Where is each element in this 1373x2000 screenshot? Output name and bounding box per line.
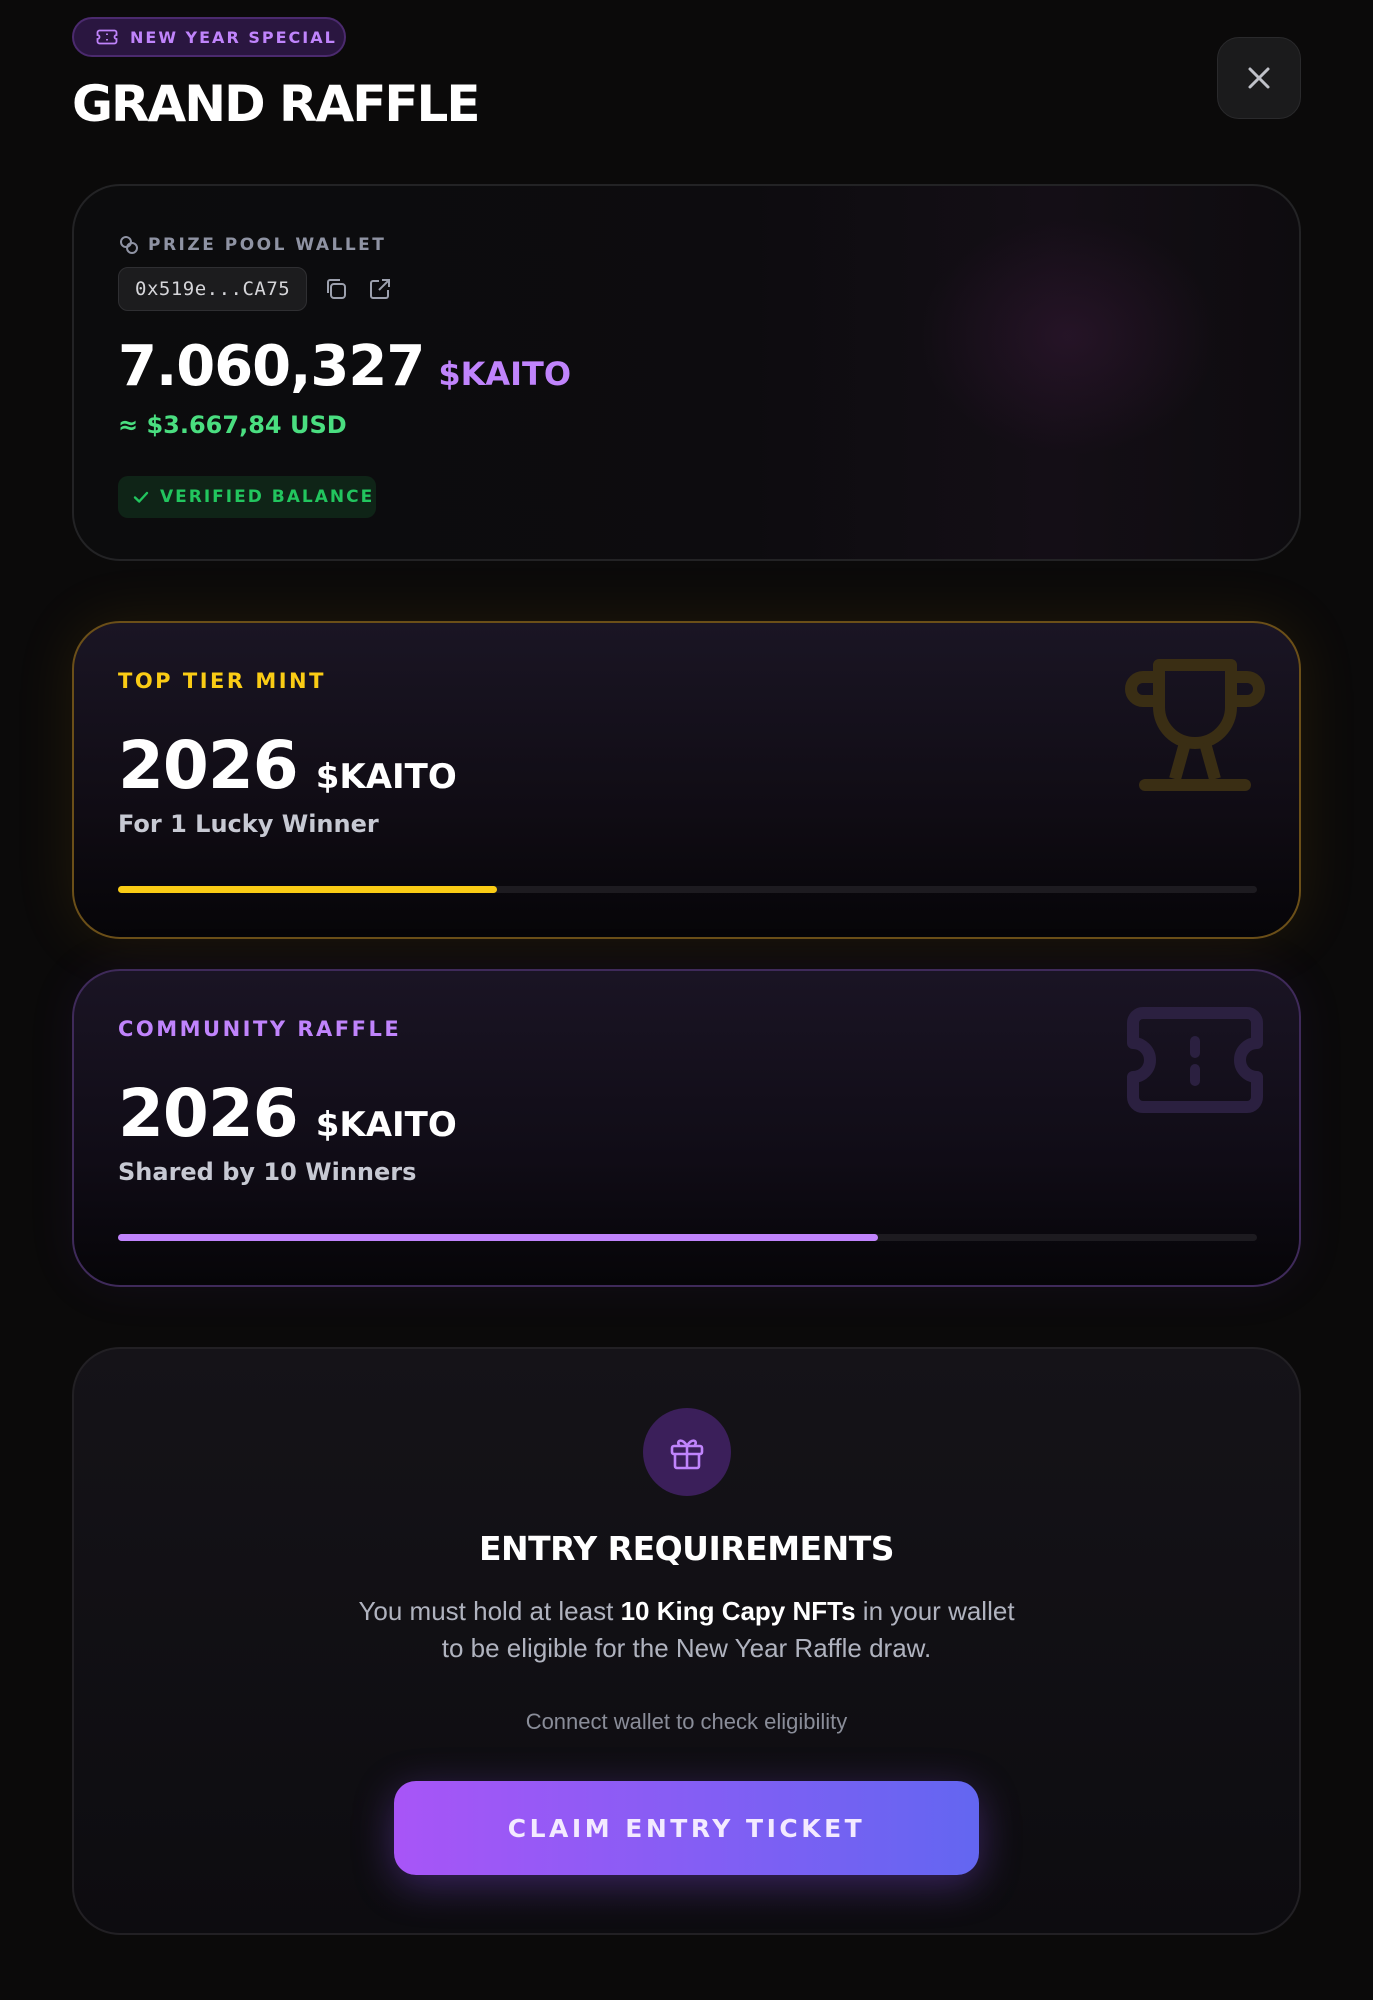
requirements-text: You must hold at least 10 King Capy NFTs… [74,1593,1299,1667]
balance-amount: 7.060,327 [118,334,425,399]
gift-icon-circle [643,1408,731,1496]
verified-label: VERIFIED BALANCE [160,487,375,507]
tier-amount: 2026 [118,727,299,804]
copy-icon [327,279,347,299]
tier-token: $KAITO [315,1105,457,1145]
raffle-modal: NEW YEAR SPECIAL GRAND RAFFLE PRIZE POOL… [0,0,1373,2000]
close-icon [1248,67,1270,89]
ticket-icon [1125,1005,1265,1120]
open-explorer-button[interactable] [365,274,395,304]
decorative-glow [919,216,1219,456]
requirements-text-bold: 10 King Capy NFTs [620,1596,856,1626]
tier-amount-row: 2026 $KAITO [118,727,457,804]
tier-subtitle: Shared by 10 Winners [118,1158,417,1186]
requirements-text-line2: to be eligible for the New Year Raffle d… [441,1633,932,1663]
requirements-title: ENTRY REQUIREMENTS [479,1529,894,1568]
tier-progress-bar [118,1234,1257,1241]
check-icon [133,491,149,503]
gift-icon [670,1439,704,1470]
external-link-icon [370,279,391,299]
close-button[interactable] [1217,37,1301,119]
prize-pool-wallet-card: PRIZE POOL WALLET 0x519e...CA75 7.060,32… [72,184,1301,561]
wallet-address[interactable]: 0x519e...CA75 [118,267,308,311]
page-title: GRAND RAFFLE [72,75,481,133]
tier-progress-bar [118,886,1257,893]
tier-label: COMMUNITY RAFFLE [118,1017,402,1041]
address-row: 0x519e...CA75 [118,267,395,311]
tier-label: TOP TIER MINT [118,669,326,693]
wallet-label: PRIZE POOL WALLET [118,234,386,256]
balance-row: 7.060,327 $KAITO [118,334,571,399]
balance-token: $KAITO [438,355,572,393]
balance-usd: ≈ $3.667,84 USD [118,411,347,439]
verified-balance-badge: VERIFIED BALANCE [118,476,376,518]
requirements-text-start: You must hold at least [358,1596,621,1626]
requirements-text-end: in your wallet [855,1596,1015,1626]
eligibility-hint: Connect wallet to check eligibility [525,1709,848,1734]
trophy-icon [1125,657,1265,802]
tier-progress-fill [118,886,498,893]
entry-requirements-card: ENTRY REQUIREMENTS You must hold at leas… [72,1347,1301,1935]
new-year-special-badge: NEW YEAR SPECIAL [72,17,346,57]
ticket-icon [96,29,118,45]
top-tier-card: TOP TIER MINT 2026 $KAITO For 1 Lucky Wi… [72,621,1301,939]
tier-subtitle: For 1 Lucky Winner [118,810,379,838]
tier-progress-fill [118,1234,878,1241]
tier-amount: 2026 [118,1075,299,1152]
badge-label: NEW YEAR SPECIAL [130,27,337,47]
link-icon [120,236,138,254]
wallet-label-text: PRIZE POOL WALLET [148,235,387,255]
community-raffle-card: COMMUNITY RAFFLE 2026 $KAITO Shared by 1… [72,969,1301,1287]
claim-entry-ticket-button[interactable]: CLAIM ENTRY TICKET [394,1781,979,1875]
tier-amount-row: 2026 $KAITO [118,1075,457,1152]
copy-address-button[interactable] [321,274,351,304]
tier-token: $KAITO [315,757,457,797]
